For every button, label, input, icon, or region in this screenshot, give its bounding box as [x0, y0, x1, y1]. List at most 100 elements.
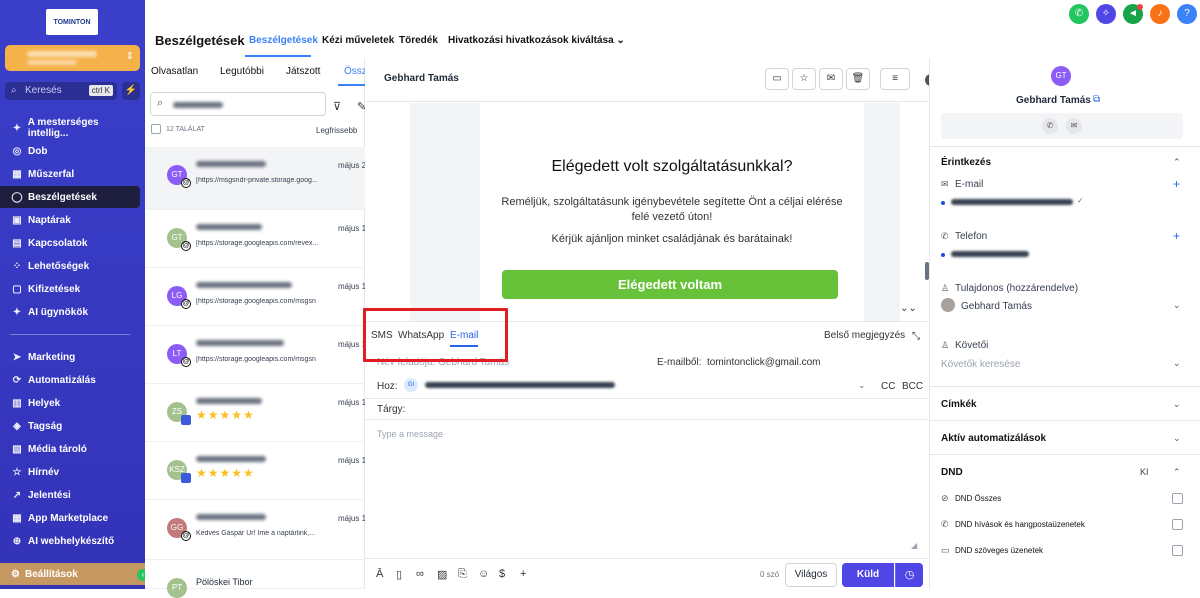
sidebar-item-9[interactable]: ➤ Marketing — [0, 346, 140, 368]
message-input[interactable]: Type a message — [377, 429, 443, 439]
sidebar-item-3[interactable]: ◯ Beszélgetések — [0, 186, 140, 208]
quick-action-bolt-icon[interactable]: ⚡ — [122, 82, 140, 100]
followers-search[interactable]: Követők keresése — [941, 359, 1021, 370]
contact-name-blurred — [196, 514, 266, 520]
sites-icon: ▥ — [12, 397, 22, 409]
email-satisfied-button[interactable]: Elégedett voltam — [502, 270, 838, 299]
list-tab-starred[interactable]: Játszott — [286, 66, 320, 77]
chevron-down-icon[interactable]: ⌄ — [1173, 433, 1181, 444]
to-label: Hoz: — [377, 381, 398, 392]
sidebar-item-label: Jelentési — [28, 489, 71, 501]
filter-lines-icon[interactable]: ≡ — [880, 68, 910, 90]
account-switcher[interactable]: ⇕ — [5, 45, 140, 71]
section-tags[interactable]: Címkék — [941, 399, 977, 410]
trash-icon[interactable]: 🗑 — [846, 68, 870, 90]
email-value-blurred[interactable] — [951, 199, 1073, 205]
dnd-calls-checkbox[interactable] — [1172, 519, 1183, 530]
mail-icon[interactable]: ✉ — [819, 68, 843, 90]
tab-manual-actions[interactable]: Kézi műveletek — [322, 35, 394, 46]
sidebar-item-5[interactable]: ▤ Kapcsolatok — [0, 232, 140, 254]
bcc-button[interactable]: BCC — [902, 381, 923, 392]
list-search-input[interactable]: ⌕ — [150, 92, 326, 116]
double-chevron-down-icon[interactable]: ⌄⌄ — [900, 303, 917, 314]
plus-icon[interactable]: + — [520, 568, 526, 580]
external-link-icon[interactable]: ⧉ — [1093, 94, 1100, 105]
cc-button[interactable]: CC — [881, 381, 895, 392]
search-icon: ⌕ — [11, 85, 17, 96]
bell-icon[interactable]: ♪ — [1150, 4, 1170, 24]
dnd-all-checkbox[interactable] — [1172, 493, 1183, 504]
phone-icon[interactable]: ✆ — [1069, 4, 1089, 24]
mail-icon[interactable]: ✉ — [1066, 118, 1082, 134]
company-logo[interactable]: TOMINTON — [46, 9, 98, 35]
chevron-down-icon[interactable]: ⌄ — [1173, 399, 1181, 410]
contacts-icon: ▤ — [12, 237, 22, 249]
sidebar-item-settings[interactable]: ⚙ Beállítások — [0, 563, 145, 585]
chevron-down-icon[interactable]: ⌄ — [858, 380, 866, 391]
sidebar-item-12[interactable]: ◈ Tagság — [0, 415, 140, 437]
sidebar-item-8[interactable]: ✦ AI ügynökök — [0, 301, 140, 323]
sidebar-item-13[interactable]: ▧ Média tároló — [0, 438, 140, 460]
star-icon[interactable]: ☆ — [792, 68, 816, 90]
sidebar-item-15[interactable]: ↗ Jelentési — [0, 484, 140, 506]
chevron-up-icon[interactable]: ⌃ — [1173, 467, 1181, 478]
sidebar-item-1[interactable]: ◎ Dob — [0, 140, 140, 162]
sort-selector[interactable]: Legfrissebb — [316, 126, 357, 135]
chevron-up-icon[interactable]: ⌃ — [1173, 157, 1181, 168]
subject-label[interactable]: Tárgy: — [377, 404, 405, 415]
sidebar-item-0[interactable]: ✦ A mesterséges intellig... — [0, 117, 140, 139]
magic-icon[interactable]: ✧ — [1096, 4, 1116, 24]
sidebar-search[interactable]: ⌕ Keresés ctrl K — [5, 82, 117, 100]
sidebar-item-2[interactable]: ▦ Műszerfal — [0, 163, 140, 185]
chevron-down-icon[interactable]: ⌄ — [1173, 358, 1181, 369]
tab-trigger-links[interactable]: Hivatkozási hivatkozások kiváltása ⌄ — [448, 35, 625, 46]
list-tab-all[interactable]: Össz — [344, 66, 367, 77]
sidebar-item-16[interactable]: ▦ App Marketplace — [0, 507, 140, 529]
folder-icon[interactable]: ▭ — [765, 68, 789, 90]
filter-icon[interactable]: ⊽ — [333, 100, 341, 113]
contact-name-blurred — [196, 398, 262, 404]
add-phone-icon[interactable]: + — [1173, 229, 1180, 243]
recipient-email-blurred[interactable] — [425, 382, 615, 388]
sidebar-item-7[interactable]: ▢ Kifizetések — [0, 278, 140, 300]
from-email[interactable]: tomintonclick@gmail.com — [707, 357, 821, 368]
section-dnd[interactable]: DND — [941, 467, 963, 478]
document-icon[interactable]: ▯ — [396, 568, 402, 581]
from-label: E-mailből: — [657, 357, 702, 368]
dollar-icon[interactable]: $ — [499, 568, 505, 580]
owner-value[interactable]: Gebhard Tamás — [961, 301, 1032, 312]
link-icon[interactable]: ∞ — [416, 568, 424, 580]
internal-note-tab[interactable]: Belső megjegyzés — [824, 330, 905, 341]
call-icon[interactable]: ✆ — [1042, 118, 1058, 134]
sidebar-item-11[interactable]: ▥ Helyek — [0, 392, 140, 414]
sidebar-item-17[interactable]: ⊕ AI webhelykészítő — [0, 530, 140, 552]
dnd-sms-checkbox[interactable] — [1172, 545, 1183, 556]
contact-name: Pölöskei Tibor — [196, 577, 253, 587]
chevron-down-icon[interactable]: ⌄ — [1173, 300, 1181, 311]
select-all-checkbox[interactable] — [151, 124, 161, 134]
tab-snippets[interactable]: Töredék — [399, 35, 438, 46]
phone-value-blurred[interactable] — [951, 251, 1029, 257]
contact-name-blurred — [196, 224, 262, 230]
add-email-icon[interactable]: + — [1173, 177, 1180, 191]
emoji-icon[interactable]: ☺ — [478, 568, 489, 580]
sidebar-item-10[interactable]: ⟳ Automatizálás — [0, 369, 140, 391]
theme-button[interactable]: Világos — [785, 563, 837, 587]
sidebar-item-4[interactable]: ▣ Naptárak — [0, 209, 140, 231]
sidebar-item-6[interactable]: ⁘ Lehetőségek — [0, 255, 140, 277]
section-contact[interactable]: Érintkezés — [941, 157, 991, 168]
list-tab-recent[interactable]: Legutóbbi — [220, 66, 264, 77]
collapse-icon[interactable]: ⤡ — [912, 331, 920, 342]
resize-handle-icon[interactable]: ◢ — [911, 541, 917, 550]
sidebar-item-14[interactable]: ☆ Hírnév — [0, 461, 140, 483]
image-icon[interactable]: ▨ — [437, 568, 447, 581]
attachment-icon[interactable]: ⎘ — [458, 568, 467, 581]
text-format-icon[interactable]: Ā — [376, 568, 383, 580]
schedule-send-icon[interactable]: ◷ — [895, 563, 923, 587]
section-automations[interactable]: Aktív automatizálások — [941, 433, 1046, 444]
send-button[interactable]: Küld — [842, 563, 894, 587]
list-tab-unread[interactable]: Olvasatlan — [151, 66, 198, 77]
primary-dot — [941, 201, 945, 205]
tab-conversations[interactable]: Beszélgetések — [249, 35, 318, 46]
help-icon[interactable]: ? — [1177, 4, 1197, 24]
